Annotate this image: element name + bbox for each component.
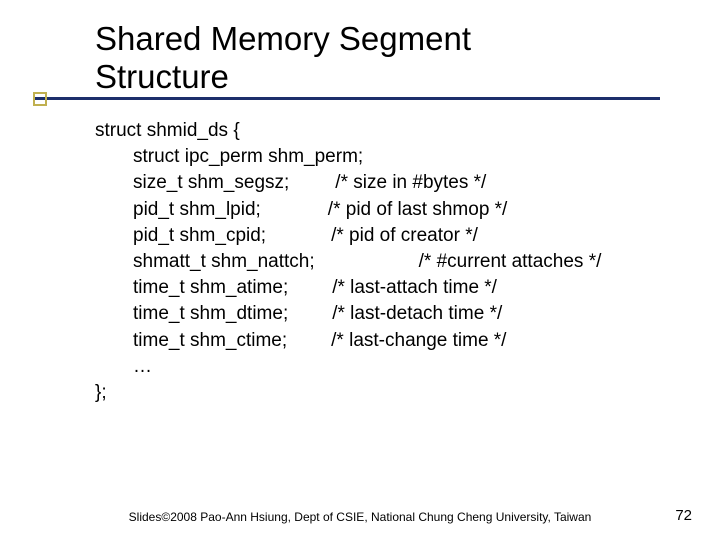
field-decl: shmatt_t shm_nattch; [133,249,315,275]
struct-fields: struct ipc_perm shm_perm;size_t shm_segs… [95,144,680,380]
field-comment: /* last-attach time */ [288,275,497,301]
field-comment: /* #current attaches */ [315,249,602,275]
field-comment: /* pid of creator */ [266,223,478,249]
field-comment: /* pid of last shmop */ [261,197,508,223]
struct-field-row: time_t shm_dtime;/* last-detach time */ [95,301,680,327]
field-decl: pid_t shm_cpid; [133,223,266,249]
field-decl: time_t shm_ctime; [133,328,287,354]
struct-field-row: shmatt_t shm_nattch;/* #current attaches… [95,249,680,275]
struct-body: struct shmid_ds { struct ipc_perm shm_pe… [95,118,680,406]
field-decl: time_t shm_dtime; [133,301,288,327]
struct-field-row: pid_t shm_lpid;/* pid of last shmop */ [95,197,680,223]
slide-title: Shared Memory Segment Structure [95,20,680,96]
struct-field-row: … [95,354,680,380]
field-decl: struct ipc_perm shm_perm; [133,144,363,170]
struct-close: }; [95,380,680,406]
title-line-2: Structure [95,58,229,95]
struct-field-row: struct ipc_perm shm_perm; [95,144,680,170]
field-decl: … [133,354,152,380]
field-comment: /* last-detach time */ [288,301,502,327]
struct-field-row: time_t shm_ctime;/* last-change time */ [95,328,680,354]
struct-open: struct shmid_ds { [95,118,680,144]
footer-text: Slides©2008 Pao-Ann Hsiung, Dept of CSIE… [129,510,592,524]
struct-field-row: pid_t shm_cpid;/* pid of creator */ [95,223,680,249]
field-decl: pid_t shm_lpid; [133,197,261,223]
title-underline [33,97,660,100]
title-line-1: Shared Memory Segment [95,20,471,57]
field-comment: /* last-change time */ [287,328,506,354]
field-comment: /* size in #bytes */ [289,170,486,196]
page-number: 72 [675,507,692,524]
title-square-icon [33,92,47,106]
slide: Shared Memory Segment Structure struct s… [0,0,720,540]
footer: Slides©2008 Pao-Ann Hsiung, Dept of CSIE… [0,510,720,524]
field-decl: time_t shm_atime; [133,275,288,301]
struct-field-row: time_t shm_atime;/* last-attach time */ [95,275,680,301]
struct-field-row: size_t shm_segsz;/* size in #bytes */ [95,170,680,196]
title-block: Shared Memory Segment Structure [95,20,680,96]
field-decl: size_t shm_segsz; [133,170,289,196]
